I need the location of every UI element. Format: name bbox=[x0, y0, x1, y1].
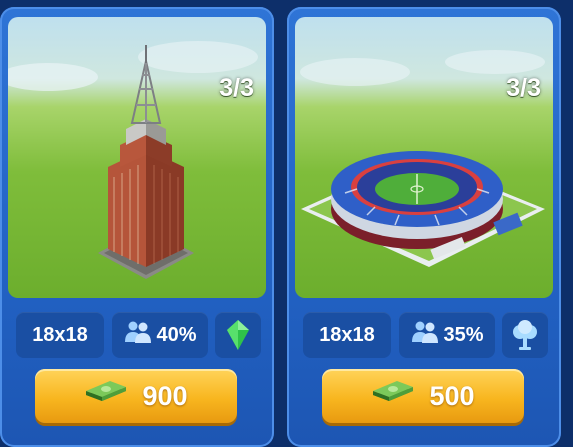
people-icon bbox=[410, 320, 440, 350]
building-card-skyscraper[interactable]: 3/3 18x18 40% 900 bbox=[0, 7, 274, 447]
footprint-size-value: 18x18 bbox=[319, 323, 375, 346]
cash-stack-icon bbox=[84, 379, 128, 414]
people-icon bbox=[123, 320, 153, 350]
price-label: 900 bbox=[142, 380, 188, 411]
price-label: 500 bbox=[429, 380, 475, 411]
buy-button[interactable]: 900 bbox=[35, 369, 237, 423]
footprint-size: 18x18 bbox=[16, 312, 104, 358]
tree-icon bbox=[502, 312, 548, 358]
building-preview: 3/3 bbox=[295, 17, 553, 298]
footprint-size-value: 18x18 bbox=[32, 323, 88, 346]
population-bonus: 40% bbox=[112, 312, 208, 358]
population-bonus-value: 40% bbox=[156, 323, 197, 346]
stadium-illustration bbox=[300, 50, 545, 267]
buy-button[interactable]: 500 bbox=[322, 369, 524, 423]
building-card-stadium[interactable]: 3/3 18x18 35% 500 bbox=[287, 7, 561, 447]
population-bonus-value: 35% bbox=[443, 323, 484, 346]
owned-count: 3/3 bbox=[506, 74, 541, 102]
building-preview: 3/3 bbox=[8, 17, 266, 298]
owned-count: 3/3 bbox=[219, 74, 254, 102]
skyscraper-illustration bbox=[8, 41, 258, 279]
footprint-size: 18x18 bbox=[303, 312, 391, 358]
population-bonus: 35% bbox=[399, 312, 495, 358]
cash-stack-icon bbox=[371, 379, 415, 414]
green-crystal-icon bbox=[215, 312, 261, 358]
